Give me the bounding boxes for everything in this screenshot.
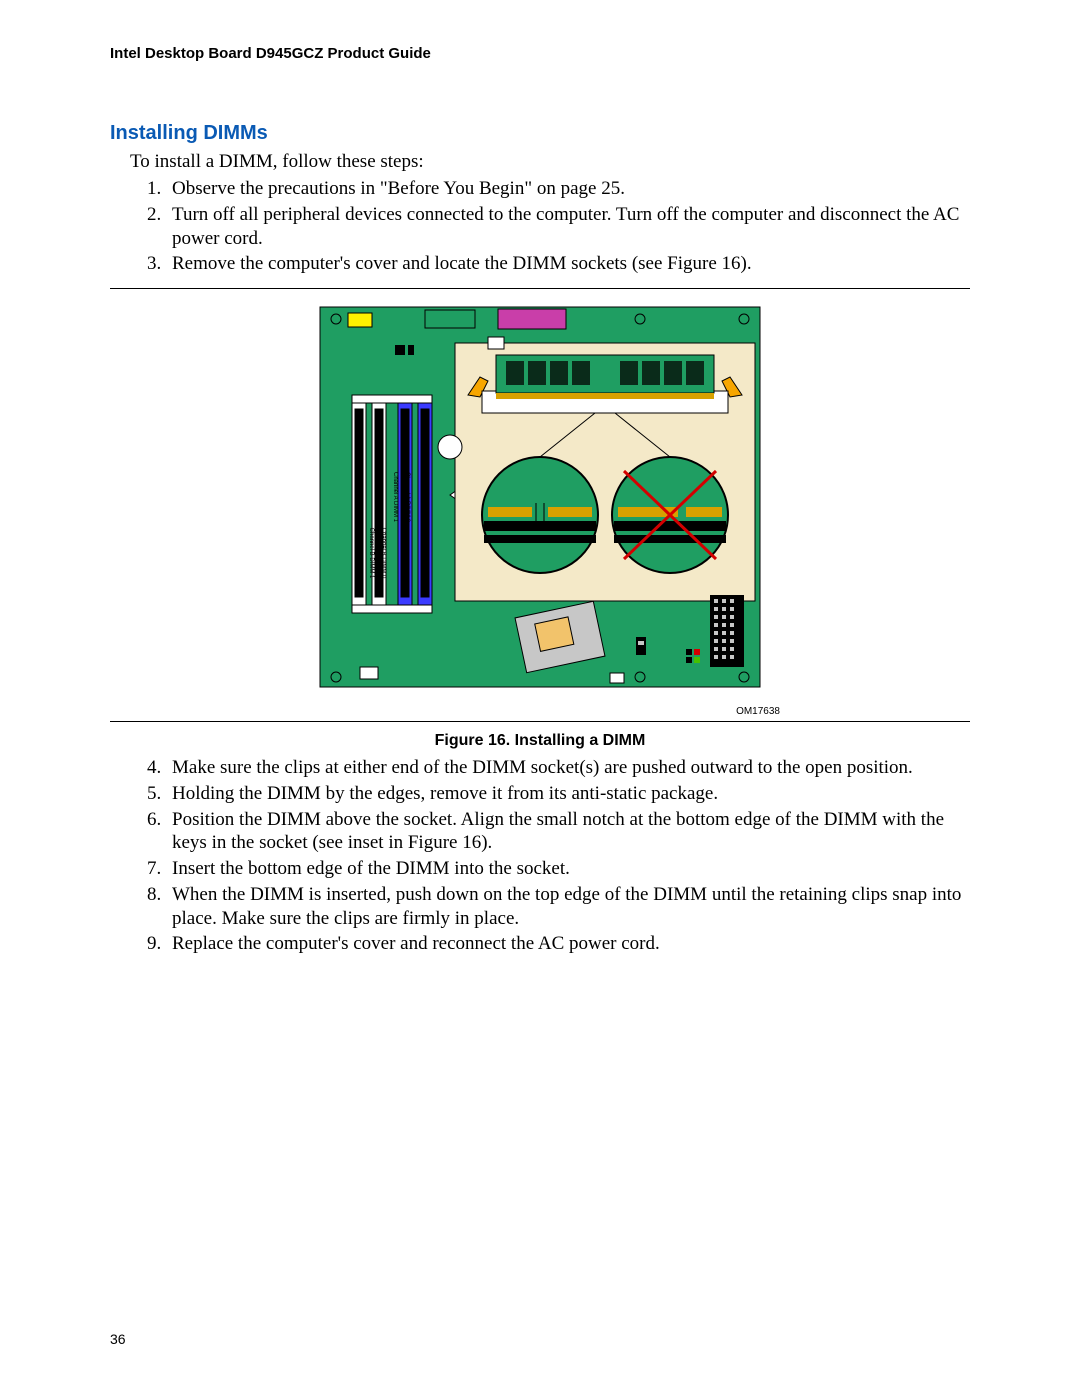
step-item: Remove the computer's cover and locate t… [166,252,970,276]
svg-text:Channel B DIMM 1: Channel B DIMM 1 [368,528,374,579]
step-item: Observe the precautions in "Before You B… [166,177,970,201]
figure-caption: Figure 16. Installing a DIMM [110,732,970,750]
document-header: Intel Desktop Board D945GCZ Product Guid… [110,45,970,62]
step-item: Replace the computer's cover and reconne… [166,932,970,956]
svg-text:Channel B DIMM 0: Channel B DIMM 0 [380,528,386,579]
step-item: Insert the bottom edge of the DIMM into … [166,857,970,881]
section-heading: Installing DIMMs [110,122,970,145]
steps-list-bottom: Make sure the clips at either end of the… [130,756,970,956]
figure-rule-bottom [110,721,970,722]
figure-rule-top [110,288,970,289]
step-item: Position the DIMM above the socket. Alig… [166,808,970,856]
page-number: 36 [110,1331,126,1347]
step-item: When the DIMM is inserted, push down on … [166,883,970,931]
intro-text: To install a DIMM, follow these steps: [130,151,970,173]
steps-list-top: Observe the precautions in "Before You B… [130,177,970,276]
step-item: Turn off all peripheral devices connecte… [166,203,970,251]
document-page: Intel Desktop Board D945GCZ Product Guid… [0,0,1080,1397]
svg-text:Channel A DIMM 1: Channel A DIMM 1 [392,472,398,523]
step-item: Make sure the clips at either end of the… [166,756,970,780]
motherboard-diagram: Channel A DIMM 0 Channel A DIMM 1 Channe… [300,297,780,702]
svg-text:Channel A DIMM 0: Channel A DIMM 0 [404,472,410,523]
figure-reference: OM17638 [110,706,970,717]
figure-container: Channel A DIMM 0 Channel A DIMM 1 Channe… [110,297,970,717]
step-item: Holding the DIMM by the edges, remove it… [166,782,970,806]
